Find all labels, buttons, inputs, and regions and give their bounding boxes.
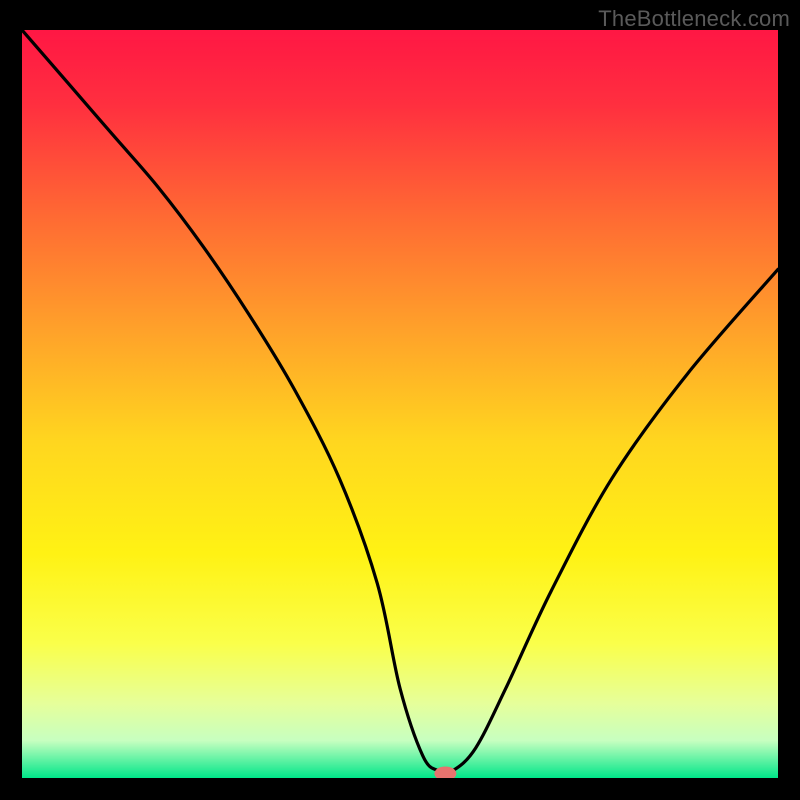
- watermark-text: TheBottleneck.com: [598, 6, 790, 32]
- chart-area: [22, 30, 778, 778]
- chart-svg: [22, 30, 778, 778]
